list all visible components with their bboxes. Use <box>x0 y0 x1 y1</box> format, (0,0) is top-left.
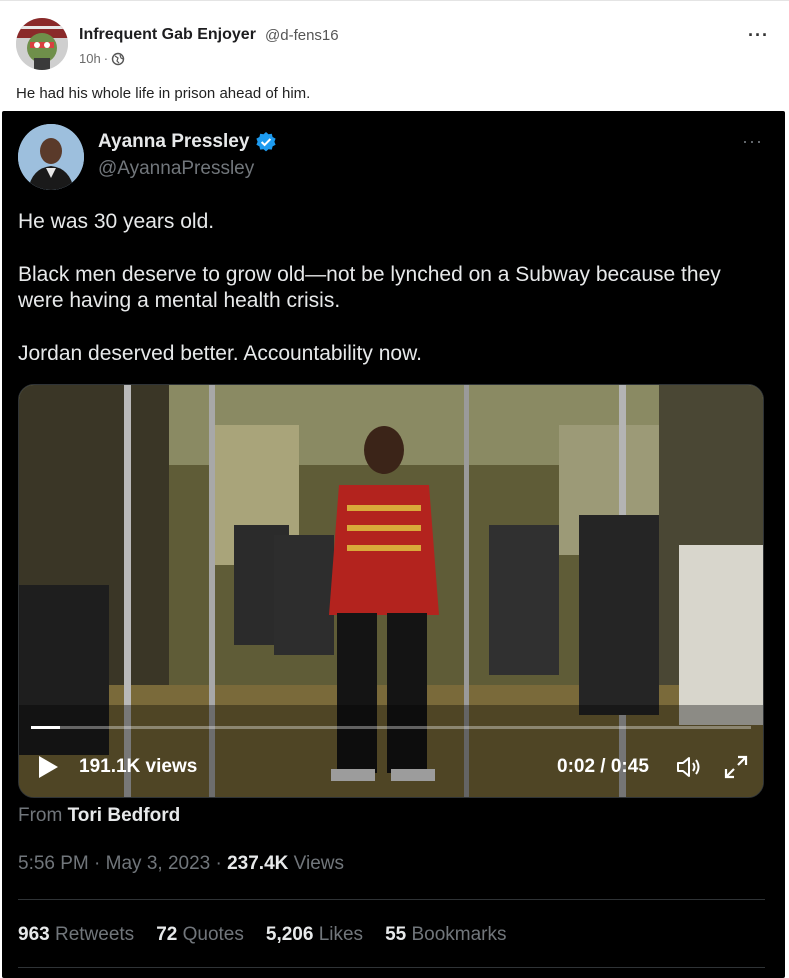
tweet-timestamp: 5:56 PM · May 3, 2023 · 237.4K Views <box>18 853 344 875</box>
post-more-button[interactable]: ··· <box>748 25 769 46</box>
avatar-image <box>16 18 68 70</box>
post-text: He had his whole life in prison ahead of… <box>16 85 311 102</box>
divider <box>18 967 765 968</box>
verified-badge-icon <box>256 132 276 152</box>
stat-label: Quotes <box>182 924 244 945</box>
tweet-text-line: Black men deserve to grow old—not be lyn… <box>18 263 721 312</box>
volume-icon[interactable] <box>675 754 701 780</box>
author-handle[interactable]: @d-fens16 <box>265 27 339 44</box>
post-time[interactable]: 10h <box>79 51 101 66</box>
view-label: Views <box>293 853 345 874</box>
video-progress-bar[interactable] <box>31 726 751 729</box>
from-prefix: From <box>18 805 63 826</box>
stat-value: 55 <box>385 924 407 945</box>
stat-bookmarks[interactable]: 55 Bookmarks <box>385 924 506 946</box>
embedded-tweet[interactable]: Ayanna Pressley @AyannaPressley ··· He w… <box>2 111 785 978</box>
tweet-author-handle[interactable]: @AyannaPressley <box>98 158 254 180</box>
stat-label: Retweets <box>54 924 135 945</box>
view-count: 237.4K <box>227 853 289 874</box>
stat-label: Likes <box>318 924 364 945</box>
fullscreen-icon[interactable] <box>723 754 749 780</box>
stat-label: Bookmarks <box>411 924 507 945</box>
post-header: Infrequent Gab Enjoyer @d-fens16 10h · ·… <box>0 0 789 110</box>
stat-retweets[interactable]: 963 Retweets <box>18 924 134 946</box>
user-avatar[interactable] <box>16 18 68 70</box>
video-time: 0:02 / 0:45 <box>557 756 649 777</box>
stat-value: 72 <box>156 924 178 945</box>
timestamp-text[interactable]: 5:56 PM · May 3, 2023 · <box>18 853 222 874</box>
tweet-text-line: He was 30 years old. <box>18 210 215 233</box>
tweet-author-name-text: Ayanna Pressley <box>98 131 250 152</box>
video-source: From Tori Bedford <box>18 805 180 827</box>
divider <box>18 899 765 900</box>
stat-value: 963 <box>18 924 50 945</box>
post-meta: 10h · <box>79 51 125 66</box>
tweet-author-avatar[interactable] <box>18 124 84 190</box>
tweet-author-name[interactable]: Ayanna Pressley <box>98 131 277 153</box>
globe-icon <box>111 52 125 65</box>
stat-value: 5,206 <box>265 924 314 945</box>
video-views: 191.1K views <box>79 756 198 777</box>
tweet-avatar-image <box>18 124 84 190</box>
from-name[interactable]: Tori Bedford <box>68 805 181 826</box>
video-frame <box>19 385 763 797</box>
video-player[interactable]: 191.1K views 0:02 / 0:45 <box>18 384 764 798</box>
play-icon[interactable] <box>37 755 59 779</box>
stat-likes[interactable]: 5,206 Likes <box>266 924 363 946</box>
stat-quotes[interactable]: 72 Quotes <box>156 924 244 946</box>
tweet-more-button[interactable]: ··· <box>742 131 763 152</box>
meta-separator: · <box>103 51 109 66</box>
tweet-stats: 963 Retweets 72 Quotes 5,206 Likes 55 Bo… <box>18 924 507 946</box>
tweet-text-line: Jordan deserved better. Accountability n… <box>18 342 422 365</box>
video-progress-fill <box>31 726 60 729</box>
author-name[interactable]: Infrequent Gab Enjoyer <box>79 26 256 44</box>
